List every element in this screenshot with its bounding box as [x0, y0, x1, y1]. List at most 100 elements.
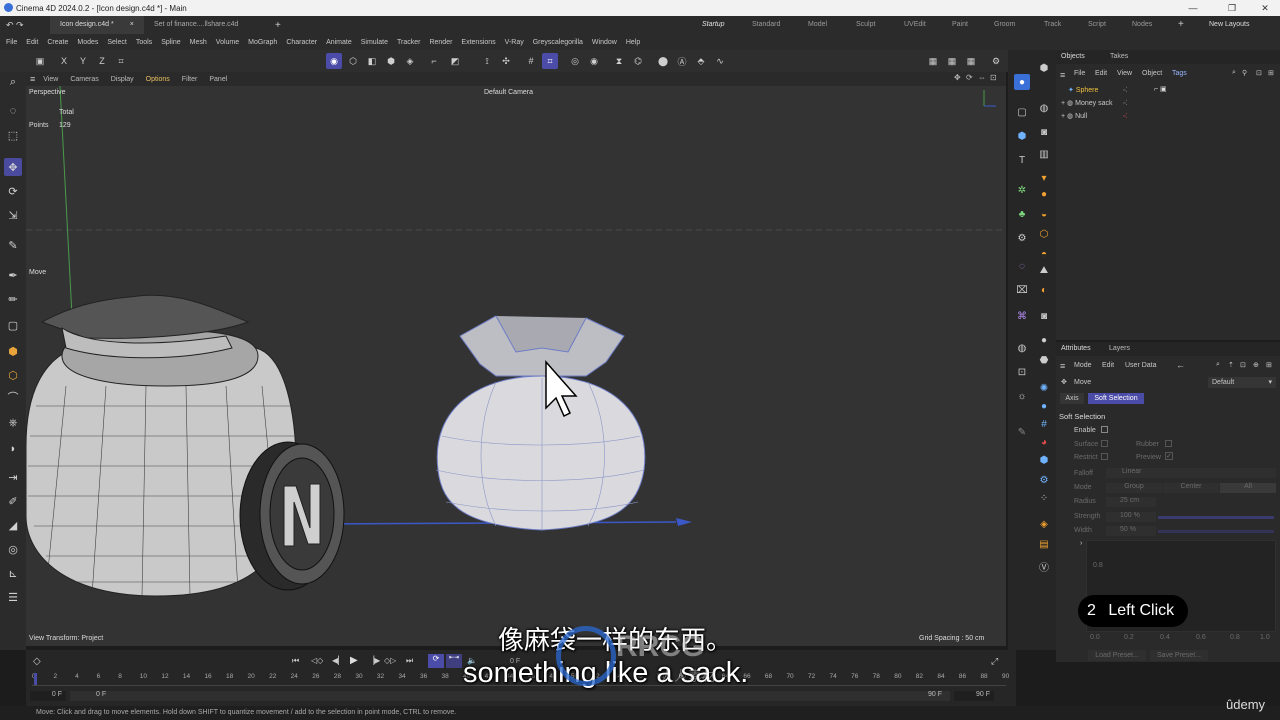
strength-field[interactable]: 100 % — [1106, 512, 1156, 522]
layout-tab-groom[interactable]: Groom — [994, 16, 1015, 34]
maximize-view-icon[interactable]: ⊡ — [990, 73, 997, 82]
save-preset-button[interactable]: Save Preset... — [1150, 650, 1208, 661]
tab-layers[interactable]: Layers — [1109, 345, 1130, 352]
menu-greyscalegorilla[interactable]: Greyscalegorilla — [533, 39, 583, 46]
camera-object-icon[interactable]: ⊡ — [1014, 364, 1030, 380]
pyramid-icon[interactable]: ⬡ — [1036, 226, 1052, 242]
previous-frame-icon[interactable]: ◀▏ — [332, 656, 344, 665]
layers-icon[interactable]: ☰ — [4, 588, 22, 606]
menu-help[interactable]: Help — [626, 39, 640, 46]
v-logo-icon[interactable]: Ⓥ — [1036, 558, 1052, 574]
undo-icon[interactable]: ↶ — [6, 20, 16, 31]
search-icon[interactable]: ⌕ — [1232, 69, 1236, 77]
playhead[interactable] — [34, 673, 37, 685]
frame-icon[interactable]: ▢ — [4, 316, 22, 334]
tab-takes[interactable]: Takes — [1110, 53, 1128, 60]
viewport-menu-options[interactable]: Options — [146, 76, 170, 83]
z-axis-icon[interactable]: Z — [94, 53, 110, 69]
mesh-mode-icon[interactable]: ⬡ — [345, 53, 361, 69]
width-slider[interactable] — [1158, 530, 1274, 533]
edit-icon[interactable]: ✎ — [1014, 424, 1030, 440]
subtab-axis[interactable]: Axis — [1060, 393, 1084, 404]
bevel-icon[interactable]: ◗ — [4, 440, 22, 458]
attr-menu-edit[interactable]: Edit — [1102, 362, 1114, 369]
move-tool-icon[interactable]: ✥ — [4, 158, 22, 176]
viewport-menu-filter[interactable]: Filter — [182, 76, 198, 83]
menu-extensions[interactable]: Extensions — [461, 39, 495, 46]
landscape-icon[interactable]: ⛰ — [1036, 262, 1052, 278]
objects-menu-object[interactable]: Object — [1142, 70, 1162, 77]
zoom-view-icon[interactable]: ⇔ — [978, 73, 986, 82]
maximize-panel-icon[interactable]: ⊞ — [1266, 361, 1272, 369]
new-panel-icon[interactable]: ⊕ — [1253, 361, 1259, 369]
uv-mode-icon[interactable]: ◩ — [447, 53, 463, 69]
cube-icon[interactable]: ⬢ — [4, 342, 22, 360]
rotate-view-icon[interactable]: ⟳ — [966, 73, 973, 82]
model-mode-icon[interactable]: ◉ — [326, 53, 342, 69]
brush-icon[interactable]: ✎ — [4, 236, 22, 254]
new-tab-icon[interactable]: + — [275, 20, 281, 31]
autokey-icon[interactable]: ⌬ — [630, 53, 646, 69]
cloner-icon[interactable]: ✲ — [1014, 182, 1030, 198]
next-frame-icon[interactable]: ▕▶ — [368, 656, 380, 665]
hamburger-icon[interactable]: ≡ — [30, 74, 35, 84]
menu-character[interactable]: Character — [286, 39, 317, 46]
objects-menu-view[interactable]: View — [1117, 70, 1132, 77]
viewport-menu-panel[interactable]: Panel — [209, 76, 227, 83]
field-icon[interactable]: ⌧ — [1014, 282, 1030, 298]
platonic-icon[interactable]: ⬣ — [1036, 352, 1052, 368]
layout-tab-sculpt[interactable]: Sculpt — [856, 16, 875, 34]
edges-mode-icon[interactable]: ⌐ — [426, 53, 442, 69]
menu-edit[interactable]: Edit — [26, 39, 38, 46]
knife-icon[interactable]: ⇥ — [4, 468, 22, 486]
camera-label[interactable]: Default Camera — [484, 89, 533, 96]
workplane-icon[interactable]: ✣ — [498, 53, 514, 69]
menu-mograph[interactable]: MoGraph — [248, 39, 277, 46]
attr-menu-user-data[interactable]: User Data — [1125, 362, 1157, 369]
cube-blue-icon[interactable]: ⬢ — [1014, 128, 1030, 144]
paint-icon[interactable]: ✐ — [4, 492, 22, 510]
figure-icon[interactable]: ◐ — [1036, 282, 1052, 298]
tab-objects[interactable]: Objects — [1061, 53, 1085, 60]
light-object-icon[interactable]: ☼ — [1014, 388, 1030, 404]
back-arrow-icon[interactable]: ← — [1176, 360, 1185, 370]
bridge-icon[interactable]: ⌒ — [4, 388, 22, 406]
layout-tab-uvedit[interactable]: UVEdit — [904, 16, 926, 34]
tag-icon[interactable]: ⬘ — [693, 53, 709, 69]
object-mode-icon[interactable]: ▣ — [32, 53, 48, 69]
hair-icon[interactable]: ✺ — [1036, 380, 1052, 396]
video-icon[interactable]: ◙ — [1036, 308, 1052, 324]
menu-tracker[interactable]: Tracker — [397, 39, 420, 46]
menu-spline[interactable]: Spline — [161, 39, 180, 46]
enable-checkbox[interactable] — [1101, 426, 1108, 433]
menu-mesh[interactable]: Mesh — [190, 39, 207, 46]
object-item-null[interactable]: + ◍ Null — [1061, 112, 1087, 120]
render-region-icon[interactable]: ◉ — [586, 53, 602, 69]
expand-icon[interactable]: + — [1061, 100, 1065, 107]
radius-field[interactable]: 25 cm — [1106, 497, 1156, 507]
minimize-icon[interactable]: — — [1180, 0, 1206, 16]
dots-icon[interactable]: ⁘ — [1036, 490, 1052, 506]
preview-checkbox[interactable]: ✓ — [1165, 452, 1173, 460]
torus-icon[interactable]: ● — [1036, 186, 1052, 202]
previous-key-icon[interactable]: ◁◇ — [311, 656, 323, 665]
maximize-panel-icon[interactable]: ⊞ — [1268, 69, 1274, 77]
menu-window[interactable]: Window — [592, 39, 617, 46]
stripes-icon[interactable]: ▤ — [1036, 536, 1052, 552]
search-icon[interactable]: ⌕ — [1216, 361, 1220, 369]
smooth-icon[interactable]: ◢ — [4, 516, 22, 534]
visibility-dots-icon[interactable]: ▫⁚ — [1123, 99, 1128, 107]
picture-viewer-icon[interactable]: ▦ — [963, 53, 979, 69]
new-layouts-button[interactable]: New Layouts — [1209, 16, 1249, 34]
weld-icon[interactable]: ⎈ — [4, 414, 22, 432]
viewport-menu-cameras[interactable]: Cameras — [70, 76, 98, 83]
disc-icon[interactable]: ◓ — [1036, 246, 1052, 262]
doc-tab-set-of-finance[interactable]: Set of finance....llshare.c4d *× — [144, 16, 269, 46]
go-to-start-icon[interactable]: ⏮ — [292, 656, 299, 666]
scale-tool-icon[interactable]: ⇲ — [4, 206, 22, 224]
auto-icon[interactable]: Ⓐ — [674, 53, 690, 69]
lock-icon[interactable]: ⊡ — [1240, 361, 1246, 369]
loop-icon[interactable]: ⟳ — [428, 654, 444, 668]
perspective-viewport[interactable]: Perspective Default Camera Total Points … — [26, 86, 1006, 646]
cube-object-icon[interactable]: ⬢ — [1036, 60, 1052, 76]
